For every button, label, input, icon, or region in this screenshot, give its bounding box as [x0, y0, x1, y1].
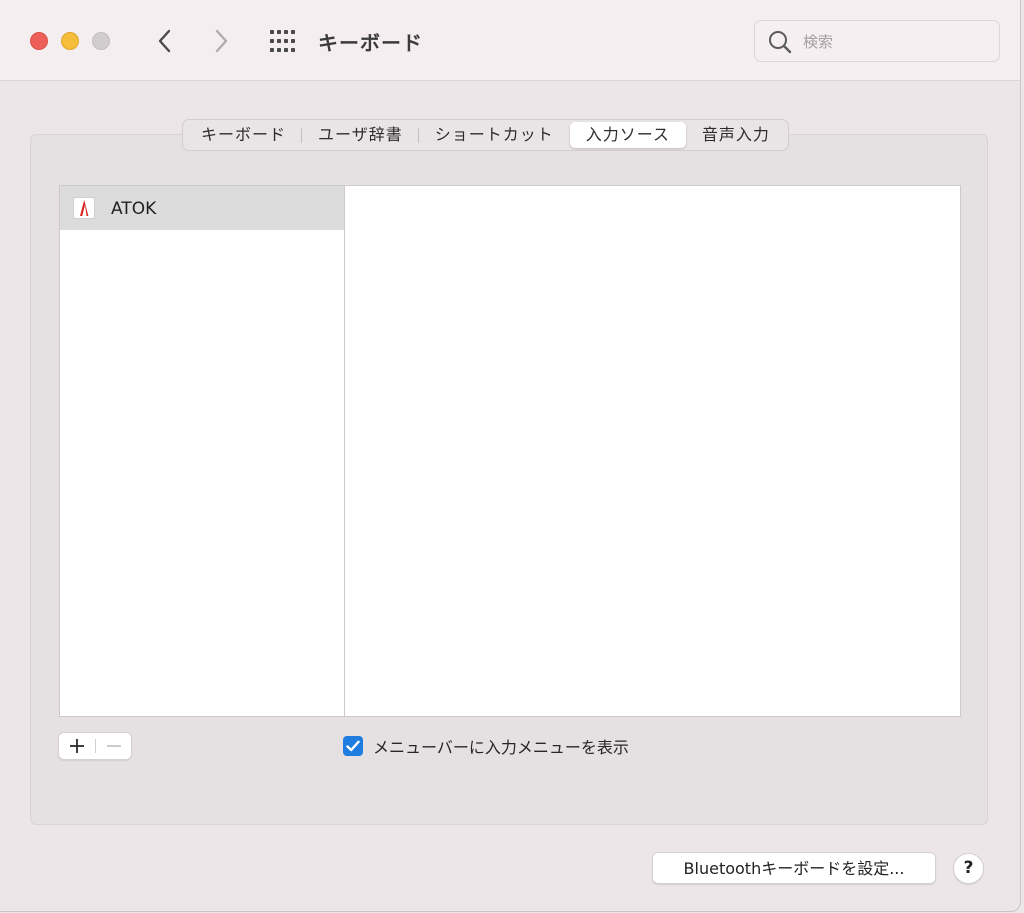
- show-input-menu-label[interactable]: メニューバーに入力メニューを表示: [373, 734, 629, 758]
- remove-input-source-button[interactable]: [96, 733, 132, 759]
- show-input-menu-row[interactable]: メニューバーに入力メニューを表示: [343, 734, 629, 758]
- search-icon: [769, 31, 792, 54]
- chevron-right-icon: [215, 29, 228, 53]
- title-bar: キーボード: [0, 0, 1020, 81]
- help-button[interactable]: ?: [953, 853, 984, 884]
- search-field[interactable]: [754, 20, 1000, 62]
- search-input[interactable]: [801, 29, 995, 55]
- show-input-menu-checkbox[interactable]: [343, 736, 363, 756]
- tab-shortcuts[interactable]: ショートカット: [419, 122, 570, 148]
- tab-input-sources[interactable]: 入力ソース: [569, 122, 686, 148]
- minus-icon: [107, 745, 121, 747]
- add-input-source-button[interactable]: [59, 733, 95, 759]
- close-button[interactable]: [30, 32, 48, 50]
- show-all-grid-icon[interactable]: [269, 29, 297, 53]
- list-item[interactable]: ATOK: [60, 186, 344, 230]
- input-source-detail-pane: [344, 185, 961, 717]
- tab-user-dictionary[interactable]: ユーザ辞書: [302, 122, 419, 148]
- plus-icon: [70, 739, 84, 753]
- minimize-button[interactable]: [61, 32, 79, 50]
- tab-bar: キーボード ユーザ辞書 ショートカット 入力ソース 音声入力: [182, 119, 789, 151]
- input-source-list[interactable]: ATOK: [59, 185, 344, 717]
- setup-bluetooth-keyboard-button[interactable]: Bluetoothキーボードを設定...: [652, 852, 936, 884]
- chevron-left-icon: [158, 29, 171, 53]
- checkmark-icon: [346, 740, 360, 752]
- system-preferences-window: キーボード キーボード ユーザ辞書 ショートカット 入力ソース 音声入力 ATO…: [0, 0, 1021, 912]
- tab-keyboard[interactable]: キーボード: [185, 122, 303, 148]
- back-button[interactable]: [152, 26, 178, 56]
- tab-dictation[interactable]: 音声入力: [686, 122, 786, 148]
- forward-button[interactable]: [208, 26, 234, 56]
- list-item-label: ATOK: [111, 199, 157, 219]
- atok-icon: [73, 197, 95, 219]
- zoom-button: [92, 32, 110, 50]
- window-title: キーボード: [318, 31, 423, 55]
- add-remove-control: [58, 732, 132, 760]
